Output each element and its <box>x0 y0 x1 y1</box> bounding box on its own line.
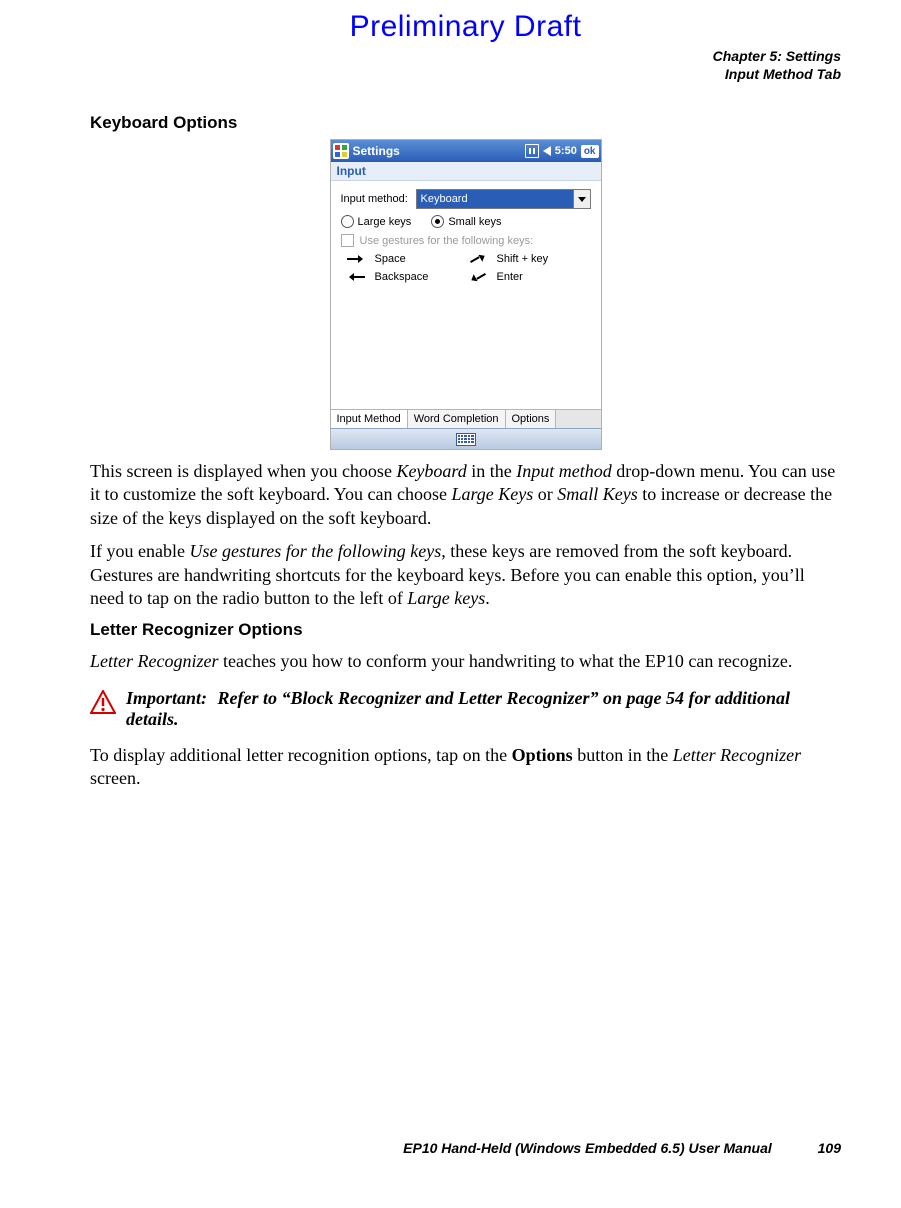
gesture-shift-label: Shift + key <box>497 253 591 265</box>
page-number: 109 <box>818 1140 841 1156</box>
gesture-enter-icon <box>469 271 487 283</box>
tab-word-completion[interactable]: Word Completion <box>408 410 506 428</box>
sip-keyboard-icon[interactable] <box>456 433 476 446</box>
ok-button[interactable]: ok <box>581 145 599 158</box>
chapter-line-2: Input Method Tab <box>90 66 841 84</box>
clock-text: 5:50 <box>555 145 577 157</box>
tabs-row: Input Method Word Completion Options <box>331 409 601 428</box>
speaker-icon[interactable] <box>543 146 551 156</box>
section-heading-letter-recognizer: Letter Recognizer Options <box>90 620 841 640</box>
radio-small-keys-label: Small keys <box>448 216 501 228</box>
radio-small-keys[interactable] <box>431 215 444 228</box>
important-text: Refer to “Block Recognizer and Letter Re… <box>126 688 790 729</box>
input-method-label: Input method: <box>341 193 416 205</box>
input-method-dropdown[interactable]: Keyboard <box>416 189 591 209</box>
dropdown-arrow-icon[interactable] <box>573 190 590 208</box>
important-note: Important: Refer to “Block Recognizer an… <box>90 688 841 730</box>
radio-large-keys[interactable] <box>341 215 354 228</box>
sip-bar <box>331 428 601 449</box>
subheader-input: Input <box>331 162 601 181</box>
page-footer: EP10 Hand-Held (Windows Embedded 6.5) Us… <box>403 1140 841 1156</box>
titlebar-title: Settings <box>353 144 400 158</box>
settings-body: Input method: Keyboard Large keys Small … <box>331 181 601 409</box>
paragraph-2: If you enable Use gestures for the follo… <box>90 540 841 610</box>
paragraph-1: This screen is displayed when you choose… <box>90 460 841 530</box>
important-label: Important: <box>126 688 207 708</box>
device-screenshot: Settings 5:50 ok Input Input method: Key… <box>330 139 602 450</box>
gesture-enter-label: Enter <box>497 271 591 283</box>
paragraph-3: Letter Recognizer teaches you how to con… <box>90 650 841 673</box>
input-method-value: Keyboard <box>421 193 468 205</box>
windows-flag-icon <box>333 143 349 159</box>
gestures-checkbox-label: Use gestures for the following keys: <box>360 235 534 247</box>
section-heading-keyboard-options: Keyboard Options <box>90 113 841 133</box>
tab-input-method[interactable]: Input Method <box>331 410 408 428</box>
tab-options[interactable]: Options <box>506 410 557 428</box>
radio-large-keys-label: Large keys <box>358 216 412 228</box>
connectivity-icon[interactable] <box>525 144 539 158</box>
gesture-backspace-label: Backspace <box>375 271 469 283</box>
chapter-line-1: Chapter 5: Settings <box>90 48 841 66</box>
titlebar: Settings 5:50 ok <box>331 140 601 162</box>
gesture-shift-icon <box>469 253 487 265</box>
gesture-backspace-icon <box>347 271 365 283</box>
gestures-checkbox[interactable] <box>341 234 354 247</box>
footer-text: EP10 Hand-Held (Windows Embedded 6.5) Us… <box>403 1140 772 1156</box>
gesture-space-icon <box>347 253 365 265</box>
paragraph-4: To display additional letter recognition… <box>90 744 841 791</box>
warning-icon <box>90 690 116 719</box>
chapter-header: Chapter 5: Settings Input Method Tab <box>90 48 841 83</box>
preliminary-draft-title: Preliminary Draft <box>90 10 841 44</box>
gesture-space-label: Space <box>375 253 469 265</box>
